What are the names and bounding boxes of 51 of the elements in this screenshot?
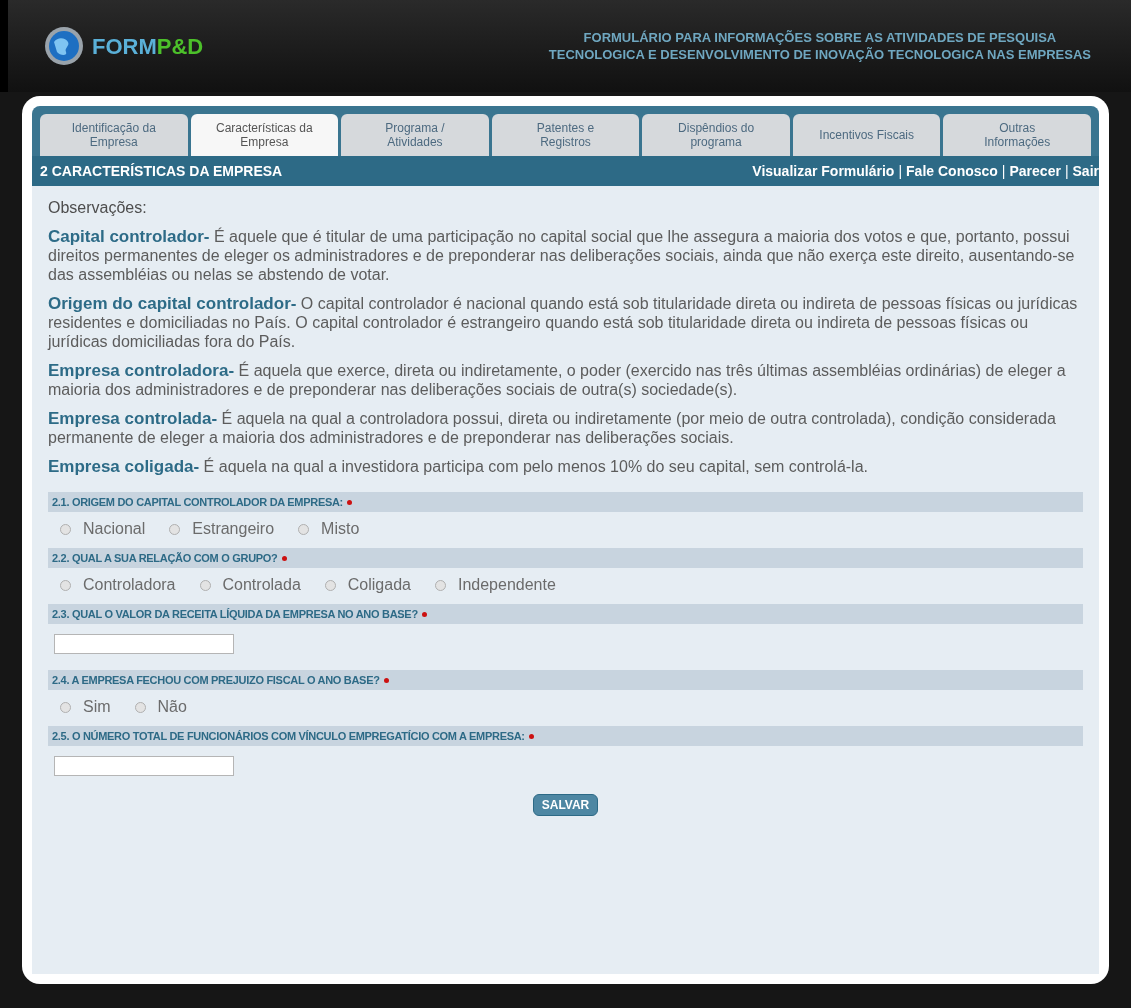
link-separator: | (898, 161, 903, 181)
question-label: 2.5. O NÚMERO TOTAL DE FUNCIONÁRIOS COM VÍNCULO EMPREGATÍCIO COM A EMPRESA: (52, 728, 525, 744)
observation-paragraph: Capital controlador- É aquele que é titular de uma participação no capital social que lhe assegura a maioria dos votos e que, portanto, possui direitos permanentes de eleger os administradores e de preponderar nas deliberações sociais, ainda que não exerça este direito, ausentando-se das assembléias ou nelas se abstendo de votar. (48, 227, 1076, 284)
radio-button[interactable] (298, 523, 310, 535)
radio-button[interactable] (199, 579, 211, 591)
radio-label: Estrangeiro (192, 519, 275, 539)
radio-button[interactable] (324, 579, 336, 591)
nav-link[interactable]: Fale Conosco (906, 160, 998, 182)
globe-logo-icon (44, 26, 84, 66)
tab[interactable]: Patentes e Registros (491, 114, 640, 156)
observations-title: Observações: (48, 198, 148, 217)
radio-button[interactable] (169, 523, 181, 535)
radio-label: Independente (457, 575, 556, 595)
tab[interactable]: Incentivos Fiscais (792, 114, 941, 156)
radio-label: Misto (321, 519, 360, 539)
nav-link[interactable]: Parecer (1009, 160, 1061, 182)
radio-label: Controladora (83, 575, 176, 595)
radio-label: Sim (83, 697, 111, 717)
radio-label: Não (157, 697, 187, 717)
tab[interactable]: Identificação da Empresa (40, 114, 188, 156)
link-separator: | (1001, 161, 1006, 181)
header-title: FORMULÁRIO PARA INFORMAÇÕES SOBRE AS ATIVIDADES DE PESQUISA (583, 29, 1057, 46)
nav-link[interactable]: Sair (1072, 160, 1099, 182)
question-label: 2.3. QUAL O VALOR DA RECEITA LÍQUIDA DA EMPRESA NO ANO BASE? (52, 606, 418, 622)
save-button[interactable]: SALVAR (532, 794, 599, 816)
radio-button[interactable] (60, 579, 71, 591)
nav-link[interactable]: Visualizar Formulário (752, 160, 895, 182)
observation-paragraph: Empresa controladora- É aquela que exerce, direta ou indiretamente, o poder (exercido nas três últimas assembléias ordinárias) de eleger a maioria dos administradores e de preponderar nas deliberações sociais de outra(s) sociedade(s). (48, 361, 1067, 399)
tab[interactable]: Programa / Atividades (341, 114, 489, 156)
section-title: 2 CARACTERÍSTICAS DA EMPRESA (40, 161, 283, 181)
observation-paragraph: Origem do capital controlador- O capital controlador é nacional quando está sob titularidade direta ou indireta de pessoas físicas ou jurídicas residentes e domiciliadas no País. O capital controlador é estrangeiro quando está sob titularidade direta ou indireta de pessoas físicas ou jurídicas domiciliadas fora do País. (48, 294, 1079, 351)
link-separator: | (1064, 161, 1069, 181)
question-label: 2.2. QUAL A SUA RELAÇÃO COM O GRUPO? (52, 550, 278, 566)
input-field[interactable] (54, 756, 234, 776)
radio-label: Coligada (347, 575, 411, 595)
radio-label: Controlada (222, 575, 301, 595)
header-title: TECNOLOGICA E DESENVOLVIMENTO DE INOVAÇÃO TECNOLOGICA NAS EMPRESAS (548, 46, 1091, 63)
radio-button[interactable] (60, 523, 71, 535)
question-label: 2.1. ORIGEM DO CAPITAL CONTROLADOR DA EMPRESA: (52, 494, 343, 510)
tab[interactable]: Dispêndios do programa (642, 114, 790, 156)
observation-paragraph: Empresa controlada- É aquela na qual a controladora possui, direta ou indiretamente (por meio de outra controlada), condição considerada permanente de eleger a maioria dos administradores e de preponderar nas deliberações sociais. (48, 409, 1057, 447)
input-field[interactable] (54, 634, 234, 654)
logo-text: FORMP&D (92, 32, 204, 61)
radio-button[interactable] (434, 579, 446, 591)
question-label: 2.4. A EMPRESA FECHOU COM PREJUIZO FISCAL O ANO BASE? (52, 672, 380, 688)
radio-button[interactable] (134, 701, 146, 713)
tab[interactable]: Características da Empresa (190, 114, 339, 156)
observation-paragraph: Empresa coligada- É aquela na qual a investidora participa com pelo menos 10% do seu capital, sem controlá-la. (48, 457, 869, 476)
radio-label: Nacional (83, 519, 146, 539)
tab[interactable]: Outras Informações (943, 114, 1092, 156)
radio-button[interactable] (60, 701, 71, 713)
